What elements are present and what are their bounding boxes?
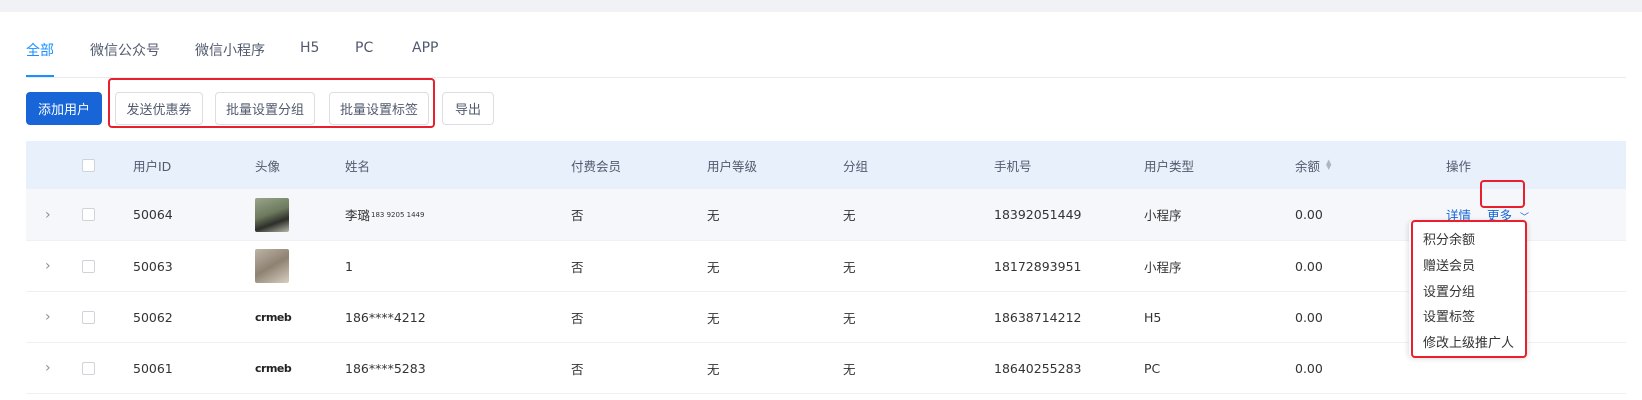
user-phone: 18640255283 [994,360,1082,376]
menu-item-gift-membership[interactable]: 赠送会员 [1423,255,1475,274]
user-phone: 18638714212 [994,309,1082,325]
user-id: 50062 [133,309,173,325]
select-all-cell [82,141,95,189]
paid-member: 否 [571,208,584,223]
user-name: 186****4212 [345,309,426,325]
expand-row-chevron-icon[interactable]: › [45,241,51,291]
user-name: 李璐 [345,208,371,223]
menu-item-change-referrer[interactable]: 修改上级推广人 [1423,332,1514,351]
active-tab-indicator [26,75,54,77]
col-user-id: 用户ID [133,158,172,174]
user-id: 50061 [133,360,173,376]
user-name-cell: 李璐 183 9205 1449 [345,189,424,240]
avatar-cell: crmeb [255,343,292,393]
row-select-cell [82,343,95,393]
menu-item-set-tag[interactable]: 设置标签 [1423,306,1475,325]
user-balance: 0.00 [1295,360,1323,376]
user-level: 无 [707,259,720,275]
row-checkbox[interactable] [82,259,95,273]
table-row: › 50064 李璐 183 9205 1449 否 无 无 1839205144… [26,189,1626,241]
paid-member: 否 [571,310,584,326]
user-balance: 0.00 [1295,258,1323,274]
col-user-level: 用户等级 [707,158,758,174]
avatar-cell: crmeb [255,292,292,342]
row-select-cell [82,189,95,240]
expand-row-chevron-icon[interactable]: › [45,343,51,393]
export-button[interactable]: 导出 [442,92,494,125]
tab-all[interactable]: 全部 [26,40,54,60]
user-name: 1 [345,258,353,274]
table-header: 用户ID 头像 姓名 付费会员 用户等级 分组 手机号 用户类型 余额 ▲ ▼ 操… [26,141,1626,189]
col-user-type: 用户类型 [1144,158,1195,174]
more-actions-menu: 积分余额 赠送会员 设置分组 设置标签 修改上级推广人 [1409,221,1527,357]
col-group: 分组 [843,158,869,174]
user-phone: 18172893951 [994,258,1082,274]
user-name: 186****5283 [345,360,426,376]
row-checkbox[interactable] [82,208,95,221]
channel-tabs: 全部 微信公众号 微信小程序 H5 PC APP [26,12,1626,78]
crmeb-logo: crmeb [255,361,292,375]
user-list-card: 全部 微信公众号 微信小程序 H5 PC APP 添加用户 发送优惠券 批量设置… [0,12,1642,400]
col-balance-cell[interactable]: 余额 ▲ ▼ [1295,141,1331,189]
user-id: 50063 [133,258,173,274]
expand-row-chevron-icon[interactable]: › [45,189,51,240]
sort-icon[interactable]: ▲ ▼ [1326,159,1331,171]
user-group: 无 [843,361,856,377]
tab-app[interactable]: APP [412,40,438,56]
user-level: 无 [707,208,720,223]
col-balance: 余额 [1295,158,1321,174]
col-name: 姓名 [345,158,371,174]
user-type: 小程序 [1144,208,1182,223]
batch-set-tag-button[interactable]: 批量设置标签 [329,92,429,125]
user-group: 无 [843,310,856,326]
table-row: › 50062 crmeb 186****4212 否 无 无 18638714… [26,292,1626,343]
menu-item-points-balance[interactable]: 积分余额 [1423,229,1475,248]
batch-set-group-button[interactable]: 批量设置分组 [215,92,315,125]
user-phone: 18392051449 [994,207,1082,222]
add-user-button[interactable]: 添加用户 [26,92,102,125]
table-row: › 50063 1 否 无 无 18172893951 小程序 0.00 [26,241,1626,292]
row-checkbox[interactable] [82,310,95,324]
col-avatar: 头像 [255,158,281,174]
user-balance: 0.00 [1295,309,1323,325]
table-row: › 50061 crmeb 186****5283 否 无 无 18640255… [26,343,1626,394]
tab-wechat-official[interactable]: 微信公众号 [90,40,160,60]
user-id: 50064 [133,207,173,222]
paid-member: 否 [571,259,584,275]
col-actions: 操作 [1446,158,1472,174]
paid-member: 否 [571,361,584,377]
menu-item-set-group[interactable]: 设置分组 [1423,281,1475,300]
avatar-cell [255,241,289,291]
user-type: PC [1144,360,1161,376]
tab-h5[interactable]: H5 [300,40,319,56]
select-all-checkbox[interactable] [82,158,95,172]
avatar-cell [255,189,289,240]
send-coupon-button[interactable]: 发送优惠券 [115,92,203,125]
row-select-cell [82,241,95,291]
user-group: 无 [843,208,856,223]
tab-pc[interactable]: PC [355,40,373,56]
tab-wechat-miniprogram[interactable]: 微信小程序 [195,40,265,60]
user-type: 小程序 [1144,259,1182,275]
user-level: 无 [707,361,720,377]
user-balance: 0.00 [1295,207,1323,222]
col-paid-member: 付费会员 [571,158,622,174]
row-checkbox[interactable] [82,361,95,375]
user-type: H5 [1144,309,1162,325]
user-name-suffix: 183 9205 1449 [371,210,425,219]
expand-row-chevron-icon[interactable]: › [45,292,51,342]
col-phone: 手机号 [994,158,1032,174]
avatar [255,249,289,283]
user-level: 无 [707,310,720,326]
user-group: 无 [843,259,856,275]
crmeb-logo: crmeb [255,310,292,324]
avatar [255,197,289,232]
row-select-cell [82,292,95,342]
